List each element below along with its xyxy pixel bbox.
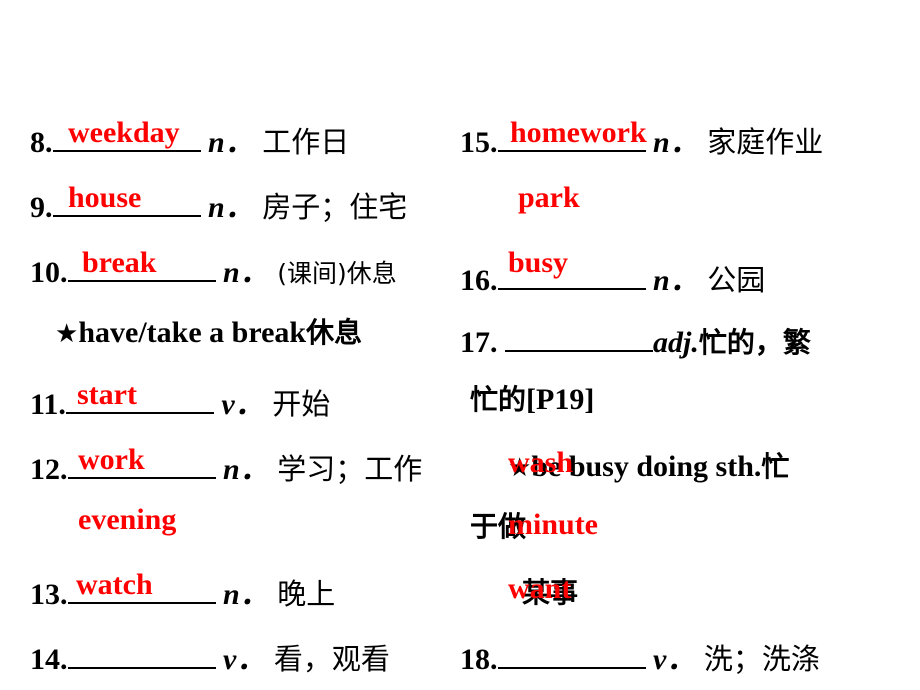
part-of-speech: adj. xyxy=(653,326,699,359)
vocab-entry-14: 14. v． 看，观看 xyxy=(30,637,390,675)
chinese-meaning: 忙的，繁 xyxy=(698,326,811,359)
stray-answer-minute: minute xyxy=(508,508,598,541)
entry-number: 14. xyxy=(30,643,68,676)
entry-number: 15. xyxy=(460,126,498,159)
part-of-speech: n． xyxy=(223,453,270,486)
part-of-speech: v． xyxy=(223,643,267,676)
chinese-meaning: 洗；洗涤 xyxy=(703,642,820,676)
part-of-speech: n． xyxy=(653,126,700,159)
right-column: 15. n． 家庭作业 homework park 16. n． 公园 busy… xyxy=(460,0,920,690)
slide-canvas: 8. n． 工作日 weekday 9. n． 房子；住宅 house 10. … xyxy=(0,0,920,690)
vocab-entry-18: 18. v． 洗；洗涤 xyxy=(460,637,820,675)
chinese-meaning: 晚上 xyxy=(277,577,336,611)
phrase-text: have/take a break xyxy=(78,316,307,349)
entry-number: 12. xyxy=(30,453,68,486)
answer-blank[interactable] xyxy=(505,320,653,352)
entry-number: 11. xyxy=(30,388,66,421)
part-of-speech: n． xyxy=(223,256,270,289)
left-column: 8. n． 工作日 weekday 9. n． 房子；住宅 house 10. … xyxy=(0,0,460,690)
stray-answer-park: park xyxy=(518,181,580,214)
chinese-meaning: 公园 xyxy=(707,263,766,297)
chinese-meaning: 工作日 xyxy=(262,125,350,159)
chinese-meaning: 房子；住宅 xyxy=(262,190,408,224)
answer-text-15: homework xyxy=(510,116,647,149)
part-of-speech: v． xyxy=(653,643,697,676)
stray-answer-want: want xyxy=(508,572,572,605)
chinese-meaning-cont: 忙的 xyxy=(470,383,527,416)
answer-blank[interactable] xyxy=(497,637,646,669)
chinese-meaning: 看，观看 xyxy=(273,642,390,676)
part-of-speech: n． xyxy=(208,191,255,224)
part-of-speech: n． xyxy=(653,264,700,297)
entry-number: 16. xyxy=(460,264,498,297)
entry-number: 8. xyxy=(30,126,53,159)
answer-blank[interactable] xyxy=(67,637,216,669)
entry-number: 18. xyxy=(460,643,498,676)
chinese-meaning: (课间)休息 xyxy=(277,259,397,288)
phrase-meaning-part1: 忙 xyxy=(761,450,790,483)
stray-answer-evening: evening xyxy=(78,503,177,536)
part-of-speech: v． xyxy=(221,388,265,421)
star-icon: ★ xyxy=(55,319,79,349)
phrase-meaning: 休息 xyxy=(306,316,363,349)
entry-number: 9. xyxy=(30,191,53,224)
entry-number: 13. xyxy=(30,578,68,611)
vocab-entry-17-wrap: 忙的[P19] xyxy=(470,385,594,415)
answer-text-8: weekday xyxy=(68,116,180,149)
answer-text-10: break xyxy=(82,246,157,279)
answer-text-16: busy xyxy=(508,246,569,279)
entry-number: 10. xyxy=(30,256,68,289)
answer-text-12: work xyxy=(78,443,145,476)
phrase-note-left: ★have/take a break休息 xyxy=(55,318,362,348)
vocab-entry-17: 17. adj.忙的，繁 xyxy=(460,320,811,358)
vocab-entry-11: 11. v． 开始 xyxy=(30,382,330,420)
answer-text-9: house xyxy=(68,181,142,214)
entry-number: 17. xyxy=(460,326,498,359)
page-ref: [P19] xyxy=(526,383,595,416)
vocab-entry-16: 16. n． 公园 xyxy=(460,258,765,296)
answer-text-11: start xyxy=(77,378,137,411)
stray-answer-wash: wash xyxy=(508,446,574,479)
chinese-meaning: 学习；工作 xyxy=(277,452,423,486)
chinese-meaning: 家庭作业 xyxy=(707,125,824,159)
part-of-speech: n． xyxy=(223,578,270,611)
answer-text-13: watch xyxy=(76,568,153,601)
chinese-meaning: 开始 xyxy=(272,387,331,421)
part-of-speech: n． xyxy=(208,126,255,159)
